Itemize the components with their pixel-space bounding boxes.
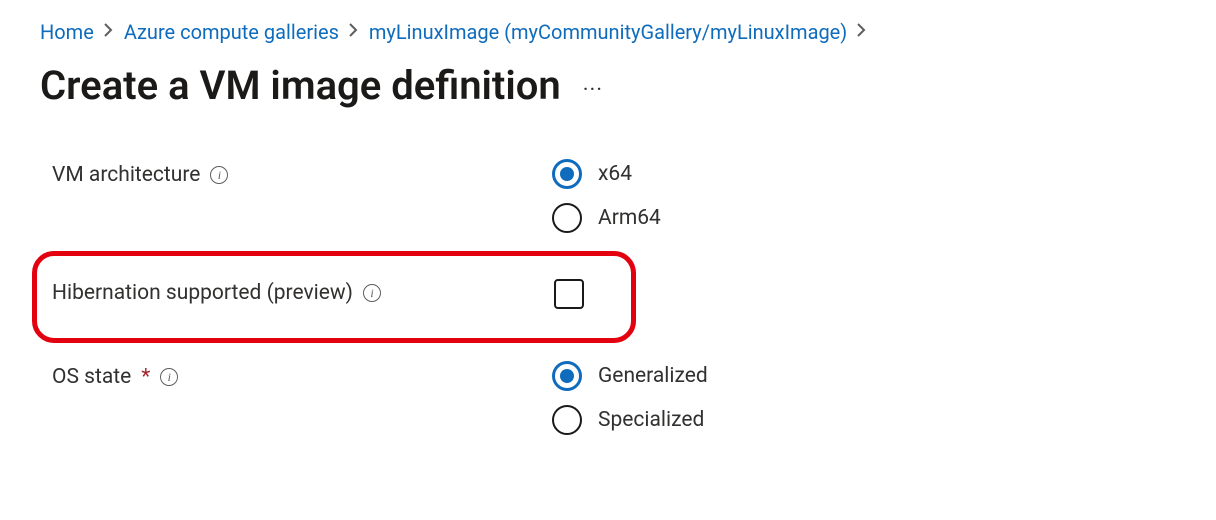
breadcrumb-current[interactable]: myLinuxImage (myCommunityGallery/myLinux…	[369, 20, 847, 44]
radio-unchecked-icon	[552, 405, 582, 435]
label-os-state: OS state	[52, 365, 131, 389]
chevron-right-icon	[857, 23, 867, 41]
radio-generalized[interactable]: Generalized	[552, 361, 708, 391]
radio-label-generalized: Generalized	[598, 364, 708, 388]
radio-label-specialized: Specialized	[598, 408, 704, 432]
chevron-right-icon	[349, 23, 359, 41]
breadcrumb-home[interactable]: Home	[40, 20, 94, 44]
row-vm-architecture: VM architecture i x64 Arm64	[52, 159, 1176, 233]
info-icon[interactable]: i	[210, 166, 228, 184]
checkbox-hibernation[interactable]	[554, 279, 584, 309]
radio-unchecked-icon	[552, 203, 582, 233]
page-title: Create a VM image definition	[40, 62, 561, 109]
info-icon[interactable]: i	[363, 284, 381, 302]
radio-x64[interactable]: x64	[552, 159, 661, 189]
radio-specialized[interactable]: Specialized	[552, 405, 708, 435]
radio-label-x64: x64	[598, 162, 632, 186]
row-os-state: OS state * i Generalized Specialized	[52, 361, 1176, 435]
label-hibernation: Hibernation supported (preview)	[52, 281, 353, 305]
radio-arm64[interactable]: Arm64	[552, 203, 661, 233]
label-vm-architecture: VM architecture	[52, 163, 200, 187]
required-asterisk: *	[141, 365, 150, 389]
radio-label-arm64: Arm64	[598, 206, 661, 230]
page-title-row: Create a VM image definition ···	[40, 62, 1176, 109]
radio-checked-icon	[552, 361, 582, 391]
chevron-right-icon	[104, 23, 114, 41]
breadcrumb-galleries[interactable]: Azure compute galleries	[124, 20, 339, 44]
more-actions-icon[interactable]: ···	[583, 68, 603, 103]
breadcrumb: Home Azure compute galleries myLinuxImag…	[40, 20, 1176, 44]
row-hibernation: Hibernation supported (preview) i	[52, 277, 1176, 309]
info-icon[interactable]: i	[160, 368, 178, 386]
radio-checked-icon	[552, 159, 582, 189]
